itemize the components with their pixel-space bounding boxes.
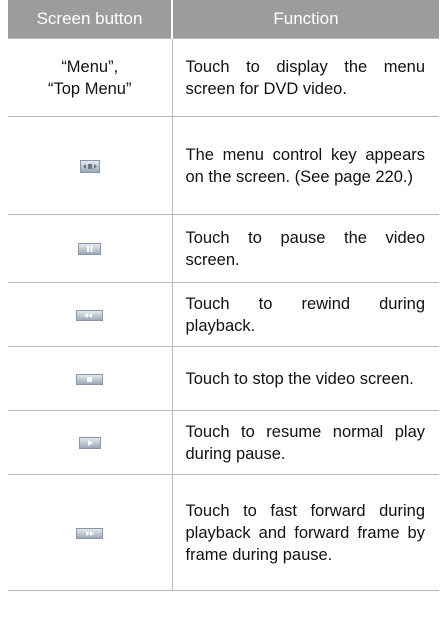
function-cell: Touch to fast forward during playback an… — [172, 474, 439, 591]
header-function: Function — [172, 0, 439, 39]
play-icon[interactable] — [78, 437, 101, 450]
function-cell: Touch to pause the video screen. — [172, 214, 439, 283]
menu-button-label: “Menu”, — [61, 57, 119, 76]
pause-icon[interactable] — [78, 243, 102, 256]
stop-icon[interactable] — [76, 373, 104, 385]
button-cell: “Menu”, “Top Menu” — [8, 38, 173, 117]
function-cell: The menu control key appears on the scre… — [172, 116, 439, 215]
button-cell — [8, 282, 173, 347]
rewind-icon[interactable] — [76, 309, 104, 321]
button-cell — [8, 410, 173, 475]
screen-button-table: Screen button Function “Menu”, “Top Menu… — [8, 0, 439, 591]
button-cell — [8, 116, 173, 215]
table-header-row: Screen button Function — [8, 0, 439, 39]
table-row: Touch to pause the video screen. — [8, 214, 439, 283]
table-row: Touch to resume normal play during pause… — [8, 410, 439, 475]
button-cell — [8, 346, 173, 411]
table-row: The menu control key appears on the scre… — [8, 116, 439, 215]
fast-forward-icon[interactable] — [76, 527, 104, 539]
function-cell: Touch to display the menu screen for DVD… — [172, 38, 439, 117]
table-row: Touch to fast forward during playback an… — [8, 474, 439, 591]
function-cell: Touch to resume normal play during pause… — [172, 410, 439, 475]
menu-control-key-icon[interactable] — [79, 159, 100, 173]
button-cell — [8, 214, 173, 283]
header-screen-button: Screen button — [8, 0, 173, 39]
function-cell: Touch to stop the video screen. — [172, 346, 439, 411]
table-row: Touch to rewind during playback. — [8, 282, 439, 347]
table-row: “Menu”, “Top Menu” Touch to display the … — [8, 38, 439, 117]
function-cell: Touch to rewind during playback. — [172, 282, 439, 347]
top-menu-button-label: “Top Menu” — [48, 79, 132, 98]
table-row: Touch to stop the video screen. — [8, 346, 439, 411]
button-cell — [8, 474, 173, 591]
